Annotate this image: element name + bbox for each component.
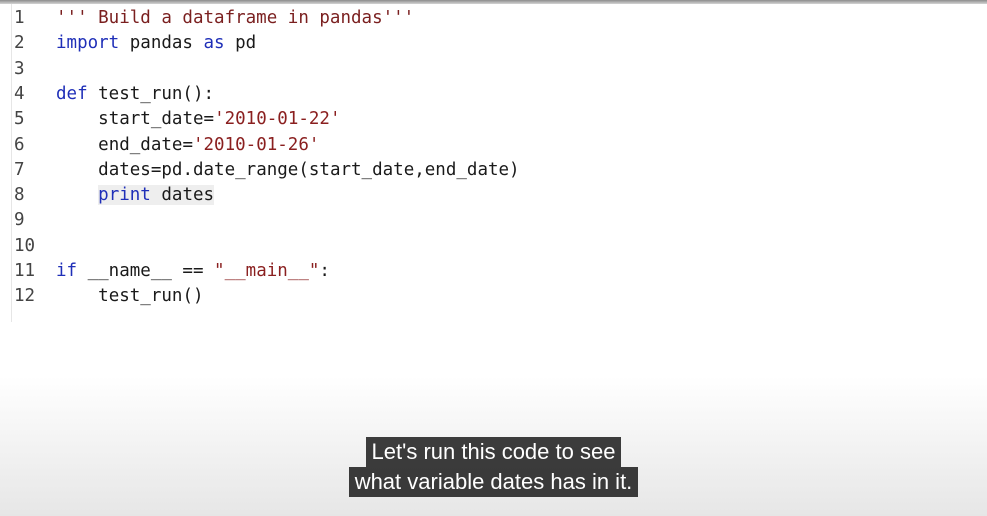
line-number: 12	[14, 286, 36, 307]
line-number: 11	[14, 261, 36, 281]
code-line: 11 if __name__ == "__main__":	[0, 259, 987, 284]
code-line: 7 dates=pd.date_range(start_date,end_dat…	[0, 158, 987, 183]
code-text: test_run()	[56, 284, 204, 309]
code-text: start_date='2010-01-22'	[56, 107, 341, 132]
line-number: 8	[14, 185, 25, 206]
string-token: "__main__"	[214, 261, 320, 281]
string-token: '2010-01-26'	[192, 134, 320, 155]
code-token: start_date=	[98, 109, 215, 130]
code-text: print dates	[56, 183, 215, 208]
code-text: end_date='2010-01-26'	[56, 133, 319, 158]
line-number: 2	[14, 33, 25, 54]
code-line: 4 def test_run():	[0, 82, 987, 107]
line-number: 6	[14, 134, 25, 155]
keyword-token: def	[56, 83, 88, 104]
code-token: :	[319, 261, 330, 281]
code-text: dates=pd.date_range(start_date,end_date)	[56, 158, 520, 183]
code-line: 6 end_date='2010-01-26'	[0, 133, 987, 158]
caption-line-1: Let's run this code to see	[365, 437, 622, 467]
code-text: if __name__ == "__main__":	[56, 259, 330, 284]
caption-line-2: what variable dates has in it.	[348, 467, 639, 497]
code-line: 9	[0, 208, 987, 233]
string-token: '2010-01-22'	[214, 109, 341, 130]
line-number: 1	[14, 8, 25, 28]
keyword-token: if	[56, 261, 78, 281]
code-line: 5 start_date='2010-01-22'	[0, 107, 987, 132]
code-token: dates=pd.date_range(start_date,end_date)	[98, 159, 520, 180]
line-number: 4	[14, 83, 25, 104]
code-line: 8 print dates	[0, 183, 987, 208]
code-token: dates	[150, 185, 215, 206]
keyword-token: print	[98, 185, 151, 206]
line-number: 3	[14, 58, 25, 79]
keyword-token: import	[56, 33, 120, 54]
code-text: import pandas as pd	[56, 31, 256, 56]
code-token: pandas	[119, 33, 204, 54]
code-line: 10	[0, 234, 987, 259]
code-text: ''' Build a dataframe in pandas'''	[56, 6, 414, 31]
line-number: 10	[14, 235, 36, 256]
code-token: __name__ ==	[77, 261, 215, 281]
keyword-token: as	[203, 33, 225, 54]
code-token: test_run()	[98, 286, 204, 307]
code-line: 3	[0, 57, 987, 82]
code-token: end_date=	[98, 134, 193, 155]
code-line: 2 import pandas as pd	[0, 31, 987, 56]
line-number: 9	[14, 210, 25, 231]
line-number: 7	[14, 159, 25, 180]
code-line: 12 test_run()	[0, 284, 987, 309]
code-token: test_run():	[87, 83, 215, 104]
code-token: pd	[224, 33, 257, 54]
line-number: 5	[14, 109, 25, 130]
string-token: ''' Build a dataframe in pandas'''	[56, 8, 415, 28]
subtitle-captions: Let's run this code to see what variable…	[0, 437, 987, 497]
code-text: def test_run():	[56, 82, 214, 107]
code-line: 1 ''' Build a dataframe in pandas'''	[0, 6, 987, 31]
